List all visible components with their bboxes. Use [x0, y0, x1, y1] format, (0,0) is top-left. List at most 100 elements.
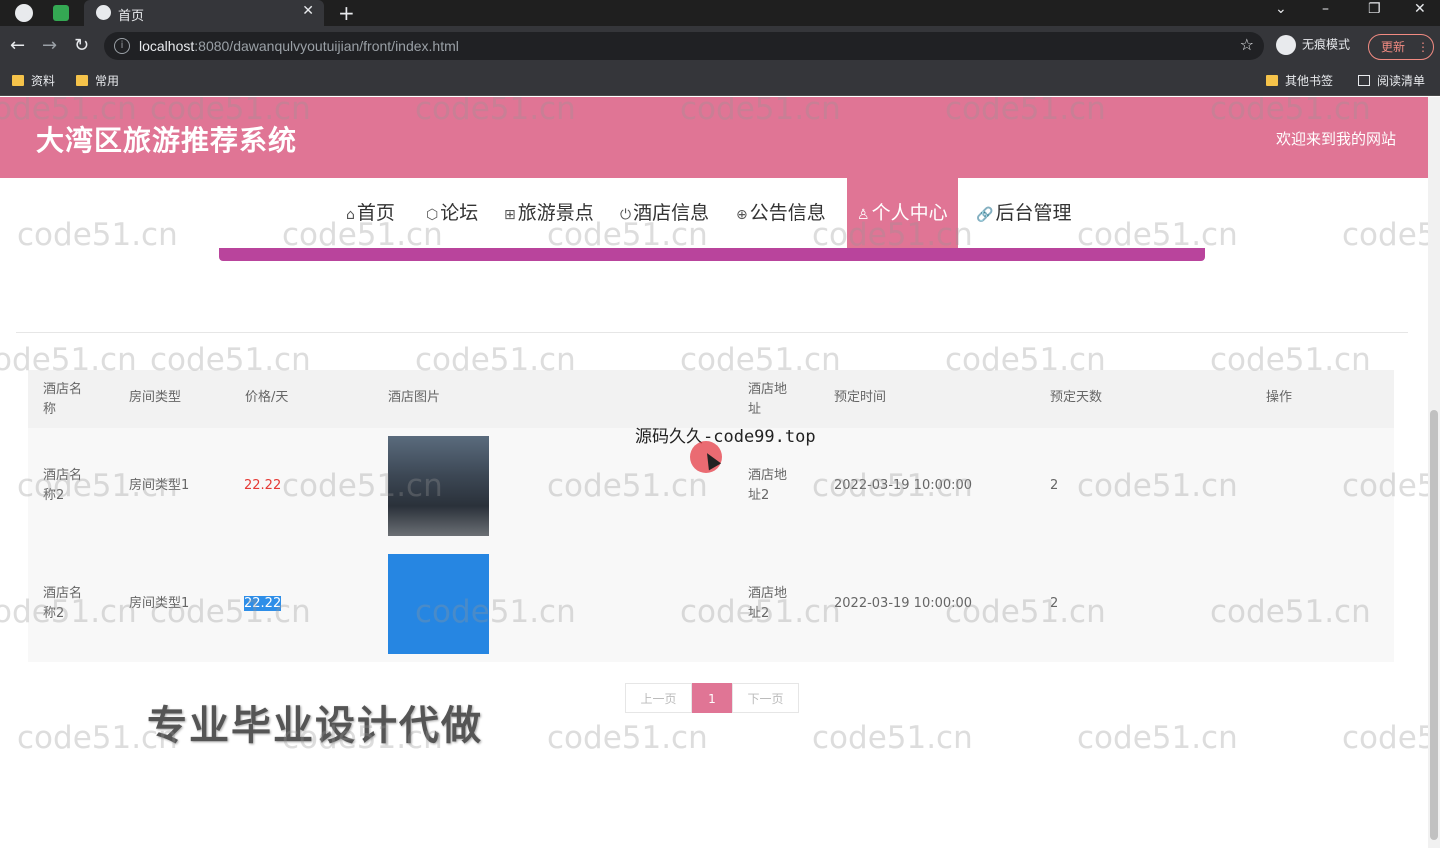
nav-item-hotels[interactable]: ⏻ 酒店信息 — [620, 178, 709, 248]
incognito-indicator[interactable]: 无痕模式 — [1276, 35, 1350, 55]
incognito-label: 无痕模式 — [1302, 37, 1351, 52]
restore-icon[interactable]: ❐ — [1368, 1, 1381, 17]
table-row[interactable]: 酒店名称2 房间类型1 22.22 酒店地址2 2022-03-19 10:00… — [28, 546, 1394, 664]
folder-icon — [12, 75, 24, 86]
nav-label: 个人中心 — [871, 202, 948, 224]
watermark: code51.cn — [547, 720, 708, 756]
cell-days: 2 — [1050, 478, 1059, 493]
nav-label: 后台管理 — [995, 202, 1072, 224]
profile-icon[interactable] — [15, 4, 33, 22]
bookmark-label: 资料 — [31, 74, 56, 88]
browser-toolbar: ← → ↻ i localhost:8080/dawanqulvyoutuiji… — [0, 26, 1440, 66]
page-scrollbar[interactable] — [1428, 97, 1440, 848]
cell-days: 2 — [1050, 596, 1059, 611]
cell-address: 酒店地址2 — [748, 468, 788, 503]
bookmark-label: 其他书签 — [1285, 74, 1334, 88]
nav-item-admin[interactable]: 🔗 后台管理 — [976, 178, 1071, 248]
update-button[interactable]: 更新 ⋮ — [1368, 34, 1434, 60]
ad-overlay-text: 专业毕业设计代做 — [147, 703, 483, 749]
watermark: code51.cn — [1342, 720, 1428, 756]
page-viewport: 大湾区旅游推荐系统 欢迎来到我的网站 ⌂ 首页 ⬡ 论坛 ⊞ 旅游景点 ⏻ 酒店信息 ⊕… — [0, 97, 1428, 848]
cell-price: 22.22 — [244, 478, 282, 493]
site-header: 大湾区旅游推荐系统 欢迎来到我的网站 — [0, 97, 1428, 178]
nav-label: 旅游景点 — [517, 202, 594, 224]
nav-item-forum[interactable]: ⬡ 论坛 — [426, 178, 478, 248]
incognito-icon — [1276, 35, 1296, 55]
update-label: 更新 — [1381, 40, 1406, 54]
folder-icon — [76, 75, 88, 86]
home-icon: ⌂ — [346, 207, 355, 223]
nav-label: 首页 — [356, 202, 395, 224]
link-icon: 🔗 — [976, 207, 994, 223]
tab-title: 首页 — [118, 8, 145, 23]
scrollbar-thumb[interactable] — [1430, 410, 1438, 840]
cube-icon: ⬡ — [426, 207, 439, 223]
back-arrow-icon[interactable]: ← — [10, 35, 25, 56]
nav-item-home[interactable]: ⌂ 首页 — [346, 178, 395, 248]
bookmarks-bar: 资料 常用 其他书签 阅读清单 — [0, 66, 1440, 96]
nav-item-notices[interactable]: ⊕ 公告信息 — [736, 178, 826, 248]
url-path: :8080/dawanqulvyoutuijian/front/index.ht… — [194, 38, 459, 54]
minimize-icon[interactable]: – — [1322, 1, 1329, 17]
user-icon: ♙ — [857, 207, 870, 223]
col-price: 价格/天 — [245, 390, 289, 405]
globe-icon: ⊕ — [736, 207, 748, 223]
forward-arrow-icon[interactable]: → — [42, 35, 57, 56]
folder-icon — [1266, 75, 1278, 86]
url-text[interactable]: localhost:8080/dawanqulvyoutuijian/front… — [139, 38, 459, 54]
power-icon: ⏻ — [620, 207, 632, 223]
watermark: code51.cn — [1077, 720, 1238, 756]
hotel-image[interactable] — [388, 436, 489, 536]
cell-price: 22.22 — [244, 594, 282, 614]
reading-list[interactable]: 阅读清单 — [1358, 72, 1425, 89]
bookmark-folder-other[interactable]: 其他书签 — [1266, 72, 1333, 89]
col-hotel-name: 酒店名称 — [43, 382, 83, 417]
site-title: 大湾区旅游推荐系统 — [36, 124, 298, 157]
watermark: code51.cn — [17, 217, 178, 253]
watermark: code51.cn — [1342, 217, 1428, 253]
bookmark-label: 常用 — [95, 74, 120, 88]
cell-room-type: 房间类型1 — [129, 596, 190, 611]
sheets-app-icon[interactable] — [53, 5, 69, 21]
cell-booking-time: 2022-03-19 10:00:00 — [834, 478, 973, 493]
bookmark-folder-ziliao[interactable]: 资料 — [12, 72, 55, 89]
site-info-icon[interactable]: i — [114, 38, 130, 54]
watermark: code51.cn — [812, 720, 973, 756]
window-close-icon[interactable]: ✕ — [1414, 1, 1426, 17]
col-room-type: 房间类型 — [129, 390, 182, 405]
table-header: 酒店名称 房间类型 价格/天 酒店图片 酒店地址 预定时间 预定天数 操作 — [28, 370, 1394, 428]
section-tab-bar — [219, 248, 1205, 261]
globe-icon — [96, 5, 111, 20]
selected-price-text: 22.22 — [244, 596, 282, 611]
reload-icon[interactable]: ↻ — [74, 35, 89, 56]
col-booking-time: 预定时间 — [834, 390, 887, 405]
col-hotel-address: 酒店地址 — [748, 382, 788, 417]
cell-booking-time: 2022-03-19 10:00:00 — [834, 596, 973, 611]
prev-page-button[interactable]: 上一页 — [625, 683, 692, 713]
browser-tab-bar: 首页 ✕ + ⌄ – ❐ ✕ — [0, 0, 1440, 26]
nav-label: 论坛 — [440, 202, 479, 224]
gift-icon: ⊞ — [504, 207, 516, 223]
cell-address: 酒店地址2 — [748, 586, 788, 621]
col-actions: 操作 — [1266, 390, 1293, 405]
page-1-button[interactable]: 1 — [692, 683, 732, 713]
next-page-button[interactable]: 下一页 — [732, 683, 799, 713]
new-tab-button[interactable]: + — [338, 1, 355, 25]
address-bar[interactable]: i localhost:8080/dawanqulvyoutuijian/fro… — [104, 32, 1264, 60]
hotel-image[interactable] — [388, 554, 489, 654]
reading-list-icon — [1358, 75, 1370, 86]
divider — [16, 332, 1408, 333]
site-welcome: 欢迎来到我的网站 — [1275, 130, 1396, 148]
tab-search-icon[interactable]: ⌄ — [1275, 1, 1287, 17]
col-booking-days: 预定天数 — [1050, 390, 1103, 405]
cell-hotel-name: 酒店名称2 — [43, 468, 83, 503]
nav-item-attractions[interactable]: ⊞ 旅游景点 — [504, 178, 594, 248]
nav-label: 酒店信息 — [633, 202, 710, 224]
col-hotel-image: 酒店图片 — [388, 390, 441, 405]
nav-item-personal-center[interactable]: ♙ 个人中心 — [847, 178, 958, 248]
bookmark-star-icon[interactable]: ☆ — [1240, 35, 1254, 54]
bookmark-folder-changyong[interactable]: 常用 — [76, 72, 119, 89]
tab-home[interactable]: 首页 ✕ — [84, 0, 324, 26]
close-tab-icon[interactable]: ✕ — [302, 3, 314, 19]
cell-room-type: 房间类型1 — [129, 478, 190, 493]
